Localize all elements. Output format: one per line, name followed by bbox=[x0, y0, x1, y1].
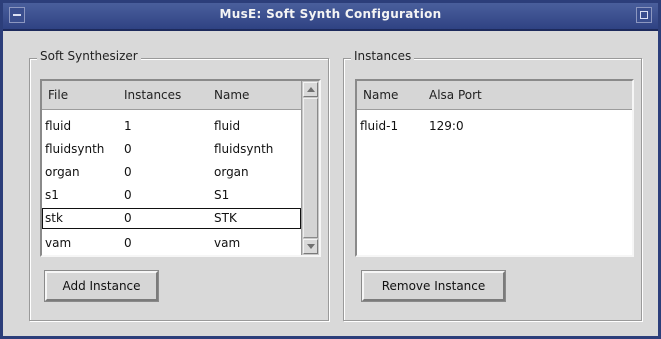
synth-instances-cell: 1 bbox=[124, 119, 132, 133]
synth-file-cell: vam bbox=[45, 236, 72, 250]
column-header-instance-name[interactable]: Name bbox=[363, 88, 398, 102]
remove-instance-button[interactable]: Remove Instance bbox=[361, 270, 506, 302]
synth-instances-cell: 0 bbox=[124, 211, 132, 225]
instance-port-cell: 129:0 bbox=[429, 119, 464, 133]
soft-synthesizer-group-title: Soft Synthesizer bbox=[37, 49, 141, 63]
synth-name-cell: fluid bbox=[214, 119, 241, 133]
window-title: MusE: Soft Synth Configuration bbox=[219, 7, 442, 21]
instances-list[interactable]: Name Alsa Port fluid-1 129:0 bbox=[355, 79, 634, 257]
column-header-name[interactable]: Name bbox=[214, 88, 249, 102]
synth-row-organ[interactable]: organ 0 organ bbox=[42, 162, 319, 183]
scroll-down-arrow-icon[interactable] bbox=[303, 239, 318, 254]
synth-file-cell: s1 bbox=[45, 188, 59, 202]
synth-name-cell: fluidsynth bbox=[214, 142, 274, 156]
synth-instances-cell: 0 bbox=[124, 165, 132, 179]
synth-name-cell: organ bbox=[214, 165, 249, 179]
synth-row-fluid[interactable]: fluid 1 fluid bbox=[42, 116, 319, 137]
instances-list-header: Name Alsa Port bbox=[357, 81, 632, 110]
synth-file-cell: organ bbox=[45, 165, 80, 179]
synth-name-cell: STK bbox=[214, 211, 237, 225]
synth-file-cell: fluidsynth bbox=[45, 142, 105, 156]
scroll-thumb[interactable] bbox=[303, 98, 318, 238]
soft-synth-scrollbar[interactable] bbox=[301, 81, 319, 255]
synth-instances-cell: 0 bbox=[124, 188, 132, 202]
column-header-alsa-port[interactable]: Alsa Port bbox=[429, 88, 482, 102]
synth-file-cell: stk bbox=[45, 211, 63, 225]
synth-file-cell: fluid bbox=[45, 119, 72, 133]
synth-instances-cell: 0 bbox=[124, 142, 132, 156]
scroll-up-arrow-icon[interactable] bbox=[303, 82, 318, 97]
soft-synth-config-window: MusE: Soft Synth Configuration Soft Synt… bbox=[0, 0, 661, 339]
column-header-instances[interactable]: Instances bbox=[124, 88, 181, 102]
add-instance-button[interactable]: Add Instance bbox=[44, 270, 159, 302]
synth-row-s1[interactable]: s1 0 S1 bbox=[42, 185, 319, 206]
synth-name-cell: vam bbox=[214, 236, 241, 250]
instances-group-title: Instances bbox=[351, 49, 415, 63]
soft-synth-list-header: File Instances Name bbox=[42, 81, 319, 110]
instance-row-fluid-1[interactable]: fluid-1 129:0 bbox=[357, 116, 632, 137]
synth-name-cell: S1 bbox=[214, 188, 230, 202]
maximize-icon[interactable] bbox=[636, 7, 652, 23]
title-bar[interactable]: MusE: Soft Synth Configuration bbox=[3, 3, 658, 31]
soft-synth-list[interactable]: File Instances Name fluid 1 fluid fluids… bbox=[40, 79, 321, 257]
column-header-file[interactable]: File bbox=[48, 88, 68, 102]
synth-row-vam[interactable]: vam 0 vam bbox=[42, 233, 319, 254]
instance-name-cell: fluid-1 bbox=[360, 119, 399, 133]
synth-instances-cell: 0 bbox=[124, 236, 132, 250]
synth-row-fluidsynth[interactable]: fluidsynth 0 fluidsynth bbox=[42, 139, 319, 160]
synth-row-stk[interactable]: stk 0 STK bbox=[42, 208, 301, 229]
